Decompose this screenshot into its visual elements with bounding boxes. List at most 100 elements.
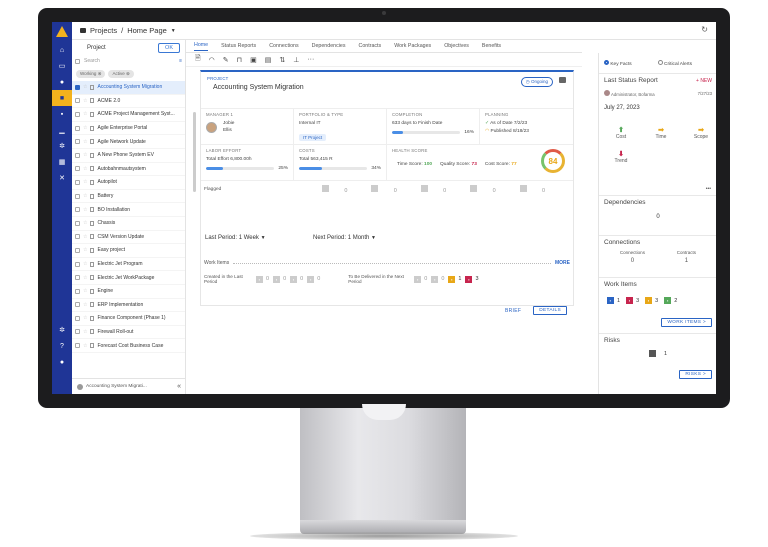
- last-period-selector[interactable]: Last Period: 1 Week ▼: [205, 235, 266, 241]
- work-item-count[interactable]: ▪ 0: [256, 275, 269, 283]
- list-item[interactable]: ☆ Accounting System Migration: [72, 81, 185, 95]
- tab-status-reports[interactable]: Status Reports: [221, 43, 256, 49]
- ok-button[interactable]: OK: [158, 42, 180, 53]
- work-item-count[interactable]: ▪ 3: [645, 297, 658, 304]
- row-checkbox[interactable]: [75, 125, 80, 131]
- star-icon[interactable]: ☆: [83, 111, 87, 117]
- list-item[interactable]: ☆ Battery: [72, 190, 185, 204]
- search-input[interactable]: Search: [84, 58, 175, 64]
- list-scrollbar[interactable]: [193, 112, 196, 192]
- row-checkbox[interactable]: [75, 329, 80, 335]
- star-icon[interactable]: ☆: [83, 179, 87, 185]
- row-checkbox[interactable]: [75, 179, 80, 185]
- star-icon[interactable]: ☆: [83, 261, 87, 267]
- details-button[interactable]: DETAILS: [533, 306, 567, 315]
- breadcrumb-page[interactable]: Home Page: [127, 26, 167, 35]
- list-item[interactable]: ☆ ACME Project Management Syst...: [72, 108, 185, 122]
- chevron-down-icon[interactable]: ▼: [171, 28, 176, 34]
- row-checkbox[interactable]: [75, 84, 80, 90]
- lock-icon[interactable]: ⊓: [237, 56, 242, 64]
- star-icon[interactable]: ☆: [83, 152, 87, 158]
- home-icon[interactable]: ⌂: [52, 42, 72, 58]
- list-item[interactable]: ☆ Agile Enterprise Portal: [72, 122, 185, 136]
- star-icon[interactable]: ☆: [83, 315, 87, 321]
- row-checkbox[interactable]: [75, 247, 80, 253]
- list-item[interactable]: ☆ Agile Network Update: [72, 135, 185, 149]
- row-checkbox[interactable]: [75, 261, 80, 267]
- chart-icon[interactable]: ▁: [52, 122, 72, 138]
- row-checkbox[interactable]: [75, 152, 80, 158]
- next-period-selector[interactable]: Next Period: 1 Month ▼: [313, 235, 376, 241]
- tab-connections[interactable]: Connections: [269, 43, 298, 49]
- gear-icon[interactable]: ✲: [52, 138, 72, 154]
- work-item-count[interactable]: ▪ 1: [607, 297, 620, 304]
- sync-icon[interactable]: ⇅: [279, 56, 285, 64]
- grid-icon[interactable]: ▦: [52, 154, 72, 170]
- star-icon[interactable]: ☆: [83, 329, 87, 335]
- work-item-count[interactable]: ▪ 3: [465, 275, 479, 283]
- work-item-count[interactable]: ▪ 2: [664, 297, 677, 304]
- star-icon[interactable]: ☆: [83, 125, 87, 131]
- filter-chip-working[interactable]: Working ⊗: [76, 70, 106, 78]
- more-icon[interactable]: ···: [307, 56, 314, 63]
- star-icon[interactable]: ☆: [83, 98, 87, 104]
- row-checkbox[interactable]: [75, 139, 80, 145]
- row-checkbox[interactable]: [75, 234, 80, 240]
- tab-contracts[interactable]: Contracts: [359, 43, 382, 49]
- briefcase-icon[interactable]: ■: [52, 90, 72, 106]
- refresh-icon[interactable]: ↻: [701, 25, 708, 34]
- list-item[interactable]: ☆ Electric Jet WorkPackage: [72, 271, 185, 285]
- filter-chip-active[interactable]: Active ⊗: [108, 70, 134, 78]
- star-icon[interactable]: ☆: [83, 207, 87, 213]
- row-checkbox[interactable]: [75, 302, 80, 308]
- document-icon[interactable]: 🗎: [195, 54, 201, 65]
- select-all-checkbox[interactable]: [75, 58, 80, 64]
- breadcrumb-section[interactable]: Projects: [90, 26, 117, 35]
- row-checkbox[interactable]: [75, 315, 80, 321]
- star-icon[interactable]: ☆: [83, 288, 87, 294]
- work-item-count[interactable]: ▪ 0: [414, 275, 427, 283]
- more-icon[interactable]: •••: [706, 186, 711, 192]
- status-badge[interactable]: ◷ Ongoing: [520, 77, 553, 87]
- row-checkbox[interactable]: [75, 288, 80, 294]
- flagged-count[interactable]: 0: [519, 184, 545, 194]
- star-icon[interactable]: ☆: [83, 84, 87, 90]
- list-item[interactable]: ☆ Autopilot: [72, 176, 185, 190]
- list-item[interactable]: ☆ Chassis: [72, 217, 185, 231]
- save-icon[interactable]: ▣: [250, 56, 257, 64]
- comments-icon[interactable]: [559, 77, 566, 83]
- tools-icon[interactable]: ✕: [52, 170, 72, 186]
- tab-home[interactable]: Home: [194, 42, 209, 51]
- row-checkbox[interactable]: [75, 220, 80, 226]
- list-item[interactable]: ☆ Electric Jet Program: [72, 258, 185, 272]
- pencil-icon[interactable]: ✎: [223, 56, 229, 64]
- row-checkbox[interactable]: [75, 207, 80, 213]
- laptop-icon[interactable]: ▭: [52, 58, 72, 74]
- critical-alerts-radio[interactable]: Critical Alerts: [657, 59, 692, 67]
- flagged-count[interactable]: 0: [470, 184, 496, 194]
- list-item[interactable]: ☆ A New Phone System EV: [72, 149, 185, 163]
- work-items-button[interactable]: WORK ITEMS >: [661, 318, 712, 327]
- star-icon[interactable]: ☆: [83, 247, 87, 253]
- tab-benefits[interactable]: Benefits: [482, 43, 501, 49]
- flagged-count[interactable]: 0: [371, 184, 397, 194]
- location-icon[interactable]: ●: [52, 74, 72, 90]
- settings-icon[interactable]: ✲: [52, 322, 72, 338]
- more-link[interactable]: MORE: [555, 260, 570, 266]
- list-item[interactable]: ☆ Finance Component (Phase 1): [72, 312, 185, 326]
- row-checkbox[interactable]: [75, 343, 80, 349]
- filter-icon[interactable]: ≡: [179, 58, 182, 64]
- star-icon[interactable]: ☆: [83, 166, 87, 172]
- wifi-icon[interactable]: ◠: [209, 56, 215, 64]
- user-avatar-icon[interactable]: ●: [52, 354, 72, 370]
- collapse-panel-button[interactable]: «: [177, 383, 181, 390]
- work-item-count[interactable]: ▪ 0: [307, 275, 320, 283]
- help-icon[interactable]: ?: [52, 338, 72, 354]
- chat-icon[interactable]: ▪: [52, 106, 72, 122]
- list-item[interactable]: ☆ ACME 2.0: [72, 95, 185, 109]
- star-icon[interactable]: ☆: [83, 343, 87, 349]
- hierarchy-icon[interactable]: ⊥: [293, 56, 299, 64]
- new-status-button[interactable]: + NEW: [696, 78, 712, 84]
- star-icon[interactable]: ☆: [83, 193, 87, 199]
- key-facts-radio[interactable]: Key Facts: [604, 59, 632, 67]
